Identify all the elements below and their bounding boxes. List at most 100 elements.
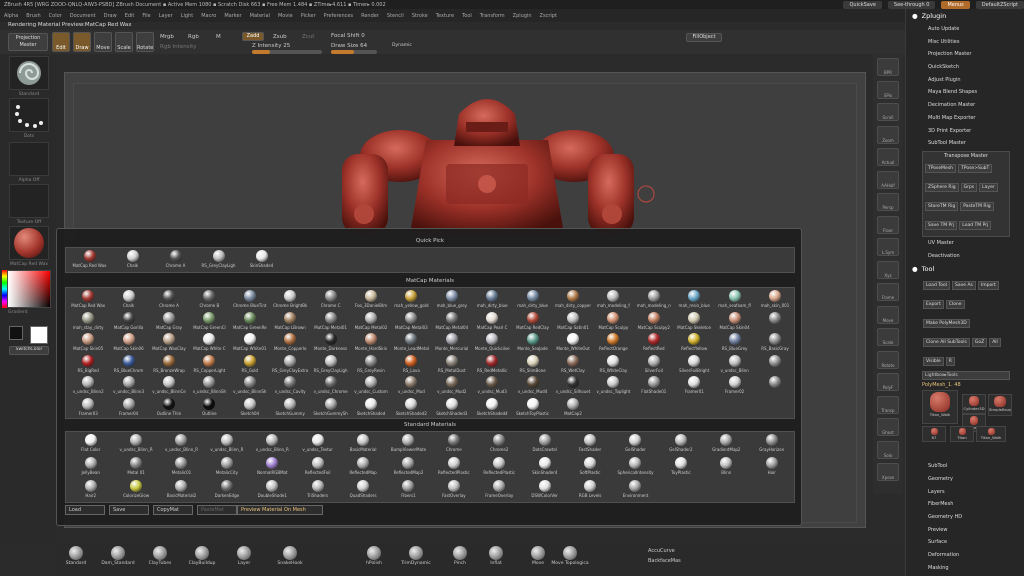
tool-thumb-0[interactable]: Titan_Walk — [922, 390, 958, 425]
shelf-polyf-button[interactable]: PolyF — [877, 373, 899, 391]
matcap-material-53[interactable]: RS_BasicGray — [755, 333, 795, 357]
matcap-material-43[interactable]: Monte_HardSkin — [351, 333, 391, 357]
paste-mat-button[interactable]: PasteMat — [197, 505, 237, 515]
tool-button-7[interactable]: GoZ — [971, 338, 988, 348]
matcap-material-69[interactable]: SilverFoilBright — [674, 354, 714, 379]
matcap-material-6[interactable]: Chrome C — [310, 290, 350, 314]
matcap-material-97[interactable]: SketchShaded — [351, 397, 391, 422]
focal-shift-slider[interactable]: Focal Shift 0 — [331, 33, 365, 39]
brush-claytubes[interactable]: ClayTubes — [140, 546, 180, 566]
standard-material-29[interactable]: ToyPlastic — [658, 457, 703, 481]
matcap-material-2[interactable]: Chrome A — [149, 290, 189, 314]
matcap-material-20[interactable]: MatCap Gray — [149, 311, 189, 336]
standard-material-28[interactable]: SphericalIntensity — [613, 457, 658, 481]
menu-zplugin[interactable]: Zplugin — [509, 13, 536, 19]
matcap-material-22[interactable]: MatCap GreenRe — [230, 311, 270, 336]
backface-mask-button[interactable]: BackfaceMas — [648, 558, 681, 564]
transpose-button-6[interactable]: PasteTM Rig — [960, 201, 994, 211]
shelf-aahalf-button[interactable]: AAHalf — [877, 170, 899, 189]
standard-material-11[interactable]: FastShader — [567, 434, 612, 458]
matcap-material-1[interactable]: Chalk — [108, 290, 148, 314]
matcap-material-35[interactable] — [755, 311, 795, 336]
zplugin-item-5[interactable]: Maya Blend Shapes — [906, 86, 1024, 99]
matcap-material-88[interactable]: Framer02 — [714, 376, 754, 400]
z-intensity-slider[interactable]: Z Intensity 25 — [252, 43, 290, 49]
main-color-swatch[interactable] — [30, 326, 48, 344]
fill-object-button[interactable]: FillObject — [686, 33, 722, 42]
matcap-material-78[interactable]: v_undsc_Chrome — [310, 376, 350, 400]
tool-button-5[interactable]: Make PolyMesh3D — [923, 319, 970, 329]
matcap-material-67[interactable]: RS_WhiteClay — [593, 354, 633, 379]
matcap-material-34[interactable]: MatCap Skin04 — [714, 311, 754, 336]
standard-material-25[interactable]: ReflectedPlastic — [477, 457, 522, 481]
menu-material[interactable]: Material — [246, 13, 274, 19]
uv-master-item[interactable]: UV Master — [906, 237, 1024, 250]
menu-preferences[interactable]: Preferences — [320, 13, 357, 19]
standard-material-26[interactable]: SkinShader4 — [522, 457, 567, 481]
matcap-material-66[interactable]: RS_WetClay — [553, 354, 593, 379]
matcap-material-27[interactable]: MatCap Metal04 — [432, 311, 472, 336]
shelf-move-button[interactable]: Move — [877, 305, 899, 324]
menu-movie[interactable]: Movie — [274, 13, 297, 19]
matcap-material-55[interactable]: RS_BlueChrom — [108, 354, 148, 379]
tool-button-9[interactable]: Visible — [923, 357, 944, 367]
standard-material-9[interactable]: Chrome2 — [477, 434, 522, 458]
standard-material-27[interactable]: SoftPlastic — [567, 457, 612, 481]
zplugin-item-7[interactable]: Multi Map Exporter — [906, 112, 1024, 125]
matcap-material-62[interactable]: RS_Lava — [391, 354, 431, 379]
shelf-persp-button[interactable]: Persp — [877, 193, 899, 211]
zplugin-item-4[interactable]: Adjust Plugin — [906, 74, 1024, 87]
matcap-material-18[interactable]: mah_stay_dirty — [68, 311, 108, 336]
deactivation-item[interactable]: Deactivation — [906, 250, 1024, 263]
standard-material-19[interactable]: MetalicCity — [204, 457, 249, 481]
matcap-material-30[interactable]: MatCap Satin01 — [553, 311, 593, 336]
shelf-rotate-button[interactable]: Rotate — [877, 350, 899, 369]
matcap-material-40[interactable]: MatCap White01 — [230, 333, 270, 357]
matcap-material-17[interactable]: mah_skin_001 — [755, 290, 795, 314]
tool-button-3[interactable]: Export — [923, 300, 944, 310]
shelf-xpose-button[interactable]: Xpose — [877, 463, 899, 481]
matcap-material-65[interactable]: RS_SlimBone — [512, 354, 552, 379]
transpose-button-8[interactable]: Load TM Prj — [959, 220, 992, 230]
matcap-material-52[interactable]: RS_BlueGrey — [714, 333, 754, 357]
mrgb-button[interactable]: Mrgb — [160, 34, 174, 40]
alpha-thumbnail[interactable] — [9, 142, 49, 176]
tool-thumb-6[interactable]: Titan_Walk — [976, 426, 1006, 443]
standard-material-41[interactable]: FrameOverlay — [477, 480, 522, 504]
standard-material-16[interactable]: JellyBean — [68, 457, 113, 481]
matcap-material-59[interactable]: RS_GreyClayExtra — [270, 354, 310, 379]
quick-pick-material-1[interactable]: Chalk — [111, 250, 154, 274]
menu-tool[interactable]: Tool — [458, 13, 476, 19]
matcap-material-39[interactable]: MatCap White C — [189, 333, 229, 357]
shelf-xyz-button[interactable]: Xyz — [877, 260, 899, 279]
matcap-material-26[interactable]: MatCap Metal03 — [391, 311, 431, 336]
standard-material-32[interactable]: Hair2 — [68, 480, 113, 504]
draw-size-slider[interactable]: Draw Size 64 — [331, 43, 367, 49]
shelf-ghost-button[interactable]: Ghost — [877, 418, 899, 436]
matcap-material-60[interactable]: RS_GreyClayLigh — [310, 354, 350, 379]
preview-material-on-mesh-button[interactable]: Preview Material On Mesh — [237, 505, 323, 515]
standard-material-6[interactable]: BasicMaterial — [340, 434, 385, 458]
brush-move-topologica[interactable]: Move Topologica — [550, 546, 590, 566]
matcap-material-19[interactable]: MatCap Gorilla — [108, 311, 148, 336]
tool-subpalette-1[interactable]: Geometry — [906, 473, 1024, 486]
lightbox-tools-button[interactable]: Lightbox▸Tools — [922, 371, 1010, 381]
zcut-button[interactable]: Zcut — [302, 34, 314, 40]
matcap-material-64[interactable]: RS_RedMetallic — [472, 354, 512, 379]
matcap-material-96[interactable]: SketchGummySh — [310, 397, 350, 422]
matcap-material-70[interactable]: v_undsc_Blinn — [714, 354, 754, 379]
matcap-material-63[interactable]: RS_MetalDust — [432, 354, 472, 379]
matcap-material-99[interactable]: SketchShaded3 — [432, 397, 472, 422]
menu-picker[interactable]: Picker — [297, 13, 320, 19]
matcap-material-4[interactable]: Chrome BlueTint — [230, 290, 270, 314]
zplugin-item-3[interactable]: QuickSketch — [906, 61, 1024, 74]
brush-snakehook[interactable]: SnakeHook — [270, 546, 310, 566]
matcap-material-14[interactable]: mah_modeling_n — [634, 290, 674, 314]
transpose-button-0[interactable]: TPoseMesh — [925, 163, 957, 173]
matcap-material-48[interactable]: Monte_WhiteOut — [553, 333, 593, 357]
tool-button-10[interactable]: R — [945, 357, 955, 367]
matcap-material-11[interactable]: mah_dirty_blue — [512, 290, 552, 314]
save-button[interactable]: Save — [109, 505, 149, 515]
menu-alpha[interactable]: Alpha — [0, 13, 22, 19]
load-button[interactable]: Load — [65, 505, 105, 515]
